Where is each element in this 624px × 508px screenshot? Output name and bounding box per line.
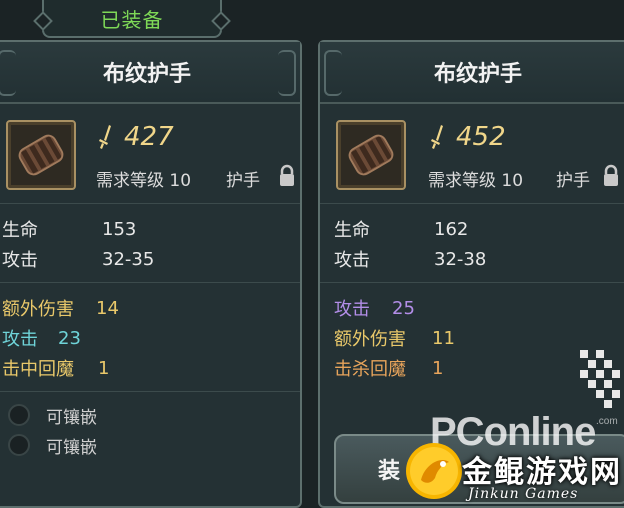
stat-line: 击中回魔 1 (2, 353, 300, 383)
stat-label: 击杀回魔 (334, 359, 406, 380)
socket-label: 可镶嵌 (46, 437, 97, 458)
item-title-bar: 布纹护手 (320, 42, 624, 104)
socket-list: 可镶嵌 可镶嵌 (0, 392, 300, 460)
base-stats: 生命 162 攻击 32-38 (320, 204, 624, 283)
socket-slot[interactable]: 可镶嵌 (8, 430, 300, 460)
slot-type: 护手 (226, 171, 260, 191)
stat-value: 23 (58, 327, 81, 349)
power-rating: 427 (96, 122, 174, 152)
ornament (278, 50, 296, 96)
item-name: 布纹护手 (433, 62, 522, 87)
sword-icon (431, 125, 443, 149)
watermark-pconline-com: .com (596, 416, 618, 427)
socket-icon (8, 434, 30, 456)
stat-value: 14 (96, 297, 119, 319)
item-summary: 427 需求等级 10 护手 (0, 104, 300, 204)
stat-label: 攻击 (334, 299, 370, 320)
equipped-item-panel: 布纹护手 427 需求等级 10 护手 生命 153 攻击 32-35 额外伤害… (0, 40, 302, 508)
stat-line: 生命 162 (334, 214, 624, 244)
watermark-site-en: Jinkun Games (468, 486, 579, 502)
stat-value: 1 (98, 357, 110, 379)
stat-line: 攻击 32-35 (2, 244, 300, 274)
stat-line: 攻击 32-38 (334, 244, 624, 274)
level-requirement: 需求等级 10 (96, 171, 192, 191)
slot-type: 护手 (556, 171, 590, 191)
gauntlet-icon[interactable] (6, 120, 76, 190)
stat-value: 32-38 (434, 248, 487, 270)
stat-label: 生命 (2, 220, 38, 241)
stat-line: 攻击 23 (2, 323, 300, 353)
equipped-tab: 已装备 (42, 0, 222, 38)
stat-value: 11 (432, 327, 455, 349)
equip-button-label: 装 (378, 459, 401, 484)
socket-slot[interactable]: 可镶嵌 (8, 400, 300, 430)
item-summary: 452 需求等级 10 护手 (320, 104, 624, 204)
lock-icon[interactable] (602, 164, 620, 188)
stat-value: 25 (392, 297, 415, 319)
socket-icon (8, 404, 30, 426)
stat-value: 162 (434, 218, 469, 240)
stat-label: 额外伤害 (2, 299, 74, 320)
power-value: 452 (456, 122, 506, 152)
sword-icon (99, 125, 111, 149)
extra-stats: 额外伤害 14 攻击 23 击中回魔 1 (0, 283, 300, 392)
stat-label: 攻击 (2, 329, 38, 350)
stat-label: 额外伤害 (334, 329, 406, 350)
ornament (324, 50, 342, 96)
ornament (0, 50, 16, 96)
base-stats: 生命 153 攻击 32-35 (0, 204, 300, 283)
watermark-site-cn: 金鲲游戏网 (462, 455, 622, 490)
stat-line: 额外伤害 14 (2, 293, 300, 323)
stat-label: 攻击 (2, 250, 38, 271)
level-requirement: 需求等级 10 (428, 171, 524, 191)
stat-line: 生命 153 (2, 214, 300, 244)
jinkun-logo-icon (406, 443, 462, 499)
gauntlet-icon[interactable] (336, 120, 406, 190)
lock-icon[interactable] (278, 164, 296, 188)
power-value: 427 (124, 122, 174, 152)
stat-value: 153 (102, 218, 137, 240)
item-title-bar: 布纹护手 (0, 42, 300, 104)
stat-label: 击中回魔 (2, 359, 74, 380)
power-rating: 452 (428, 122, 506, 152)
stat-label: 攻击 (334, 250, 370, 271)
stat-value: 1 (432, 357, 444, 379)
stat-label: 生命 (334, 220, 370, 241)
stat-line: 攻击 25 (334, 293, 624, 323)
item-name: 布纹护手 (102, 62, 191, 87)
stat-value: 32-35 (102, 248, 155, 270)
socket-label: 可镶嵌 (46, 407, 97, 428)
